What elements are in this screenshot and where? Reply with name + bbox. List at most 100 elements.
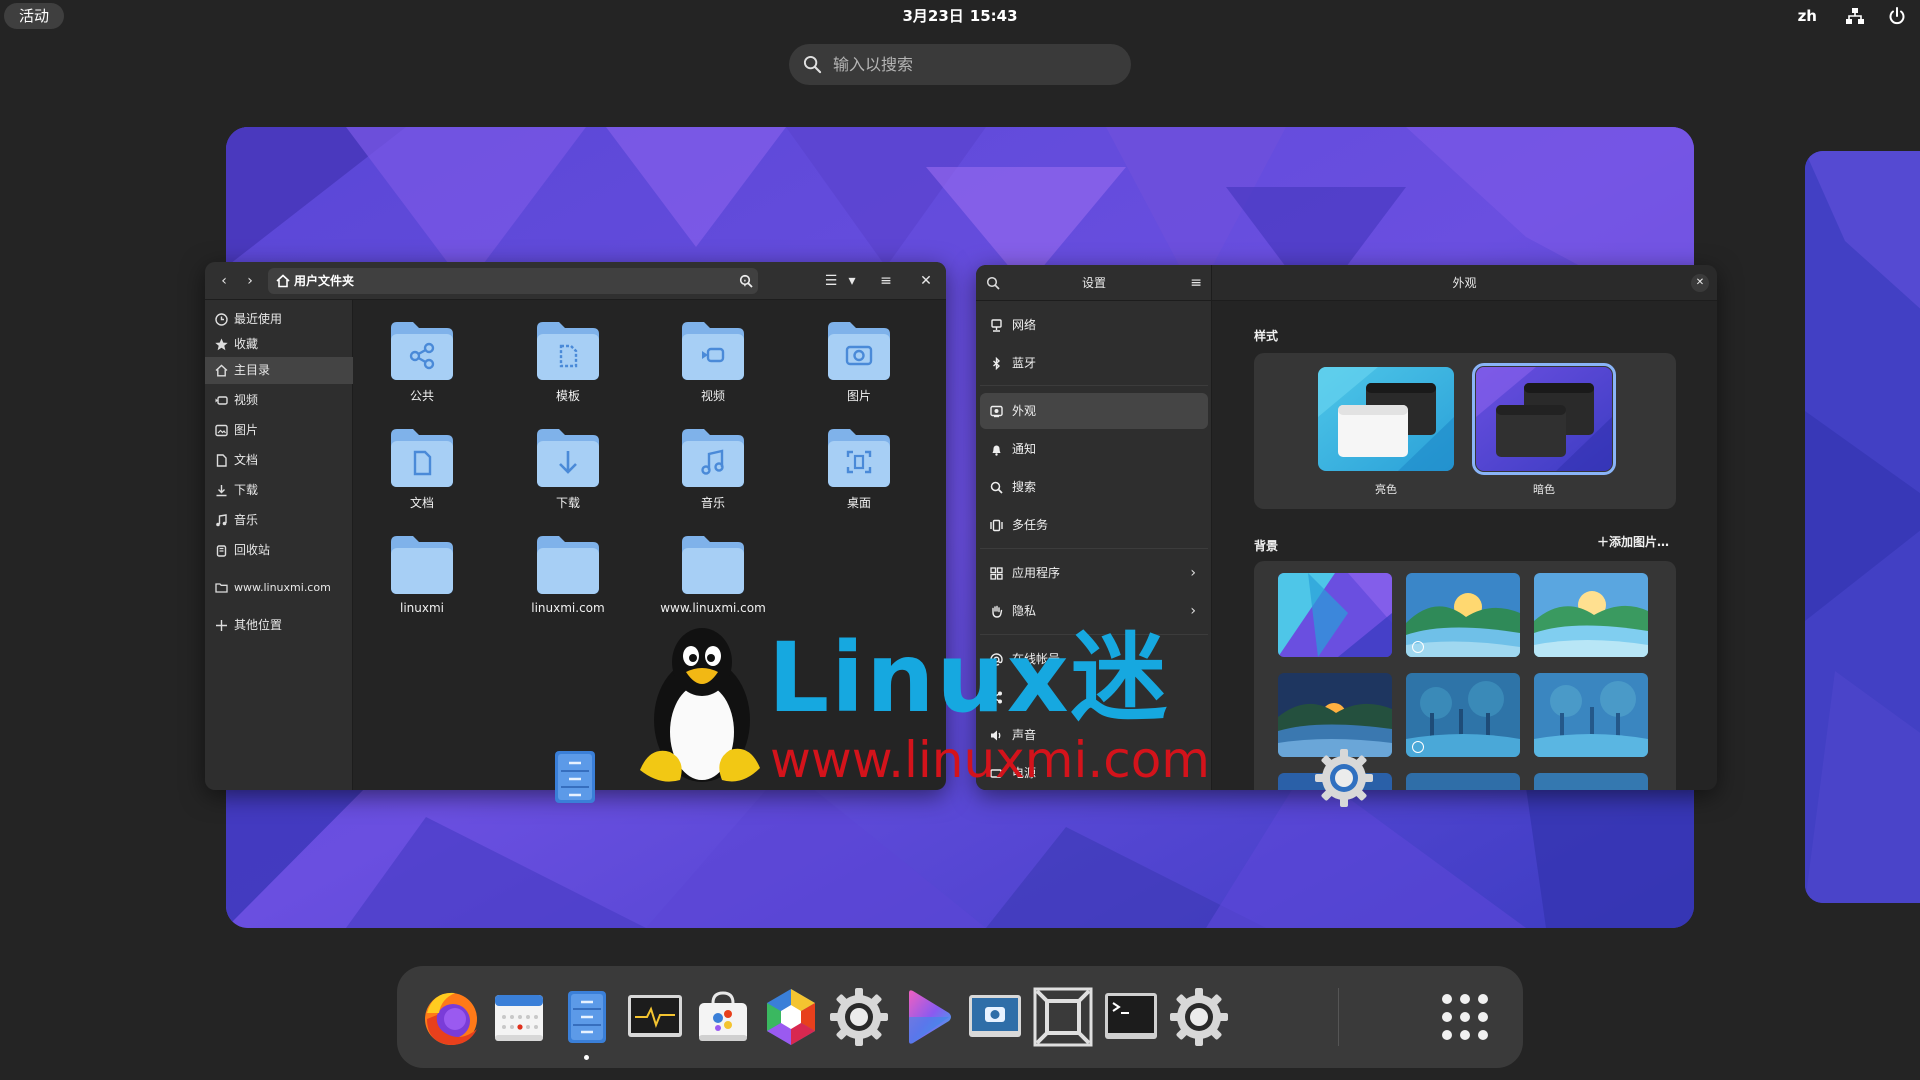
folder-video-icon <box>682 322 744 380</box>
document-icon <box>216 454 227 467</box>
dash-app-terminal[interactable] <box>1099 985 1163 1049</box>
folder-item[interactable]: www.linuxmi.com <box>653 532 773 622</box>
trash-icon <box>216 545 227 557</box>
clock[interactable]: 3月23日 15:43 <box>0 0 1920 32</box>
list-view-icon[interactable]: ☰ <box>819 270 843 292</box>
folder-item[interactable]: 公共 <box>362 318 482 408</box>
input-language-indicator[interactable]: zh <box>1798 0 1817 32</box>
dash-app-calendar[interactable] <box>487 985 551 1049</box>
watermark-logo: Linux迷 www.linuxmi.com <box>630 620 1210 790</box>
sidebar-item-trash[interactable]: 回收站 <box>205 537 353 564</box>
dash-app-files[interactable] <box>555 985 619 1060</box>
search-input[interactable] <box>833 44 1113 85</box>
dash-app-boxes[interactable] <box>1031 985 1095 1049</box>
sidebar-item-label: 文档 <box>234 453 259 467</box>
background-thumbnail[interactable] <box>1278 573 1392 657</box>
background-thumbnail[interactable] <box>1278 673 1392 757</box>
add-picture-button[interactable]: ＋添加图片… <box>1597 533 1669 550</box>
folder-item[interactable]: linuxmi <box>362 532 482 622</box>
folder-icon <box>215 583 228 593</box>
settings-item-appearance[interactable]: 外观 <box>980 393 1208 429</box>
hand-icon <box>992 605 1003 618</box>
chevron-down-icon[interactable]: ▾ <box>844 270 860 292</box>
background-thumbnail[interactable] <box>1534 673 1648 757</box>
close-icon[interactable]: ✕ <box>1691 274 1709 292</box>
folder-label: 桌面 <box>846 496 871 510</box>
background-thumbnail[interactable] <box>1406 573 1520 657</box>
background-thumbnail[interactable] <box>1406 673 1520 757</box>
clock-date: 3月23日 <box>902 7 964 25</box>
close-icon[interactable]: ✕ <box>916 270 936 292</box>
wallpaper-thumb <box>1534 773 1648 790</box>
clock-icon <box>215 313 228 326</box>
background-thumbnail[interactable] <box>1406 773 1520 790</box>
dash-app-firefox[interactable] <box>419 985 483 1049</box>
dash-app-hex[interactable] <box>759 985 823 1049</box>
sidebar-item-documents[interactable]: 文档 <box>205 447 353 474</box>
folder-item[interactable]: 视频 <box>653 318 773 408</box>
dash-app-screenshot[interactable] <box>963 985 1027 1049</box>
folder-item[interactable]: 下载 <box>508 425 628 515</box>
firefox-icon <box>425 992 477 1045</box>
path-bar[interactable]: 用户文件夹 ⋮ <box>268 268 758 294</box>
dash-app-video-player[interactable] <box>895 985 959 1049</box>
folder-label: 模板 <box>555 389 580 403</box>
dark-variant-indicator-icon <box>1412 641 1424 653</box>
folder-label: 公共 <box>409 389 434 403</box>
network-icon[interactable] <box>1846 8 1864 24</box>
settings-item-apps[interactable]: 应用程序 › <box>980 555 1208 591</box>
dash-app-settings[interactable] <box>827 985 891 1049</box>
folder-item[interactable]: 模板 <box>508 318 628 408</box>
hamburger-menu-icon[interactable]: ≡ <box>1190 265 1202 301</box>
files-search-button[interactable] <box>733 270 759 292</box>
power-icon[interactable] <box>1888 7 1906 25</box>
background-thumbnail[interactable] <box>1534 773 1648 790</box>
gear-drag-icon <box>1315 749 1373 807</box>
clock-time: 15:43 <box>969 7 1018 25</box>
bell-icon <box>992 445 1001 456</box>
app-grid-icon <box>1442 994 1488 1040</box>
settings-item-notifications[interactable]: 通知 <box>980 431 1208 467</box>
background-thumbnail[interactable] <box>1534 573 1648 657</box>
folder-item[interactable]: 桌面 <box>799 425 919 515</box>
sidebar-item-bookmark[interactable]: www.linuxmi.com <box>205 574 353 601</box>
hamburger-menu-icon[interactable]: ≡ <box>874 270 898 292</box>
dash-app-software[interactable] <box>691 985 755 1049</box>
dash-app-settings-running[interactable] <box>1167 985 1231 1049</box>
folder-item[interactable]: 图片 <box>799 318 919 408</box>
style-option-light[interactable] <box>1318 367 1454 471</box>
play-icon <box>909 990 951 1044</box>
folder-item[interactable]: linuxmi.com <box>508 532 628 622</box>
folder-item[interactable]: 音乐 <box>653 425 773 515</box>
workspace-thumbnail-next[interactable] <box>1805 151 1920 903</box>
search-bar[interactable] <box>789 44 1131 85</box>
folder-template-icon <box>537 322 599 380</box>
settings-item-search[interactable]: 搜索 <box>980 469 1208 505</box>
back-button[interactable]: ‹ <box>212 270 236 292</box>
sidebar-item-home[interactable]: 主目录 <box>205 357 353 384</box>
folder-item[interactable]: 文档 <box>362 425 482 515</box>
sidebar-item-pictures[interactable]: 图片 <box>205 417 353 444</box>
sidebar-item-videos[interactable]: 视频 <box>205 387 353 414</box>
hex-app-icon <box>767 989 815 1045</box>
folder-pictures-icon <box>828 322 890 380</box>
style-option-dark[interactable] <box>1472 363 1616 475</box>
calendar-icon <box>495 995 543 1041</box>
sidebar-item-music[interactable]: 音乐 <box>205 507 353 534</box>
dash-app-system-monitor[interactable] <box>623 985 687 1049</box>
settings-item-bluetooth[interactable]: 蓝牙 <box>980 345 1208 381</box>
sidebar-item-other-locations[interactable]: 其他位置 <box>205 612 353 639</box>
sidebar-item-label: www.linuxmi.com <box>234 581 331 594</box>
forward-button[interactable]: › <box>238 270 262 292</box>
sidebar-item-starred[interactable]: 收藏 <box>205 331 353 358</box>
folder-icon <box>682 536 744 594</box>
settings-item-multitasking[interactable]: 多任务 <box>980 507 1208 543</box>
folder-label: linuxmi.com <box>531 601 605 615</box>
settings-item-network[interactable]: 网络 <box>980 307 1208 343</box>
sidebar-item-recent[interactable]: 最近使用 <box>205 306 353 333</box>
sidebar-item-downloads[interactable]: 下载 <box>205 477 353 504</box>
sidebar-item-label: 最近使用 <box>234 312 283 326</box>
video-icon <box>215 396 228 405</box>
sidebar-item-label: 收藏 <box>234 337 259 351</box>
show-apps-button[interactable] <box>1433 985 1497 1049</box>
